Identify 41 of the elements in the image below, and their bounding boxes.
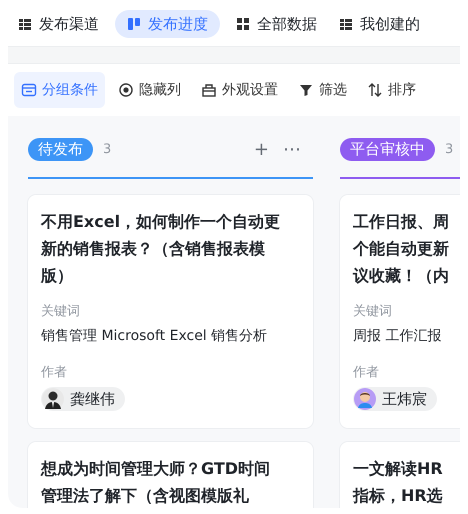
status-tag: 待发布 [28,138,93,160]
field-label: 作者 [353,364,380,381]
card-count: 3 [103,142,112,156]
filter-icon [298,82,314,98]
view-tab[interactable]: 我创建的 [333,10,426,38]
record-card[interactable]: 不用Excel，如何制作一个自动更 新的销售报表？（含销售报表模 版） 关键词 销售管理 Microsoft Excel 销售分析 作者 龚继伟 [28,195,313,428]
add-button[interactable]: + [254,138,269,160]
card-title: 不用Excel，如何制作一个自动更 新的销售报表？（含销售报表模 版） [41,211,282,287]
field-value: 销售管理 Microsoft Excel 销售分析 [41,327,268,345]
field-value: 周报 工作汇报 [353,327,442,345]
view-tab[interactable]: 发布进度 [115,10,220,38]
record-card[interactable]: 工作日报、周 个能自动更新 议收藏！（内 关键词 周报 工作汇报 作者 王炜宸 [340,195,460,428]
field-label: 作者 [41,364,68,381]
toolbar-button[interactable]: 分组条件 [14,72,105,108]
card-count: 3 [445,142,454,156]
view-tab[interactable]: 发布渠道 [12,10,105,38]
field-label: 关键词 [353,303,393,320]
record-card[interactable]: 一文解读HR 指标，HR选 [340,442,460,508]
grid-icon [18,17,32,31]
toolbar-button[interactable]: 外观设置 [194,72,285,108]
grid-icon [236,17,250,31]
card-title: 工作日报、周 个能自动更新 议收藏！（内 [353,211,450,287]
calendar-icon [21,82,37,98]
person-name: 龚继伟 [70,390,115,408]
card-title: 想成为时间管理大师？GTD时间 管理法了解下（含视图模版礼 [41,458,272,507]
grid-icon [339,17,353,31]
view-tab[interactable]: 全部数据 [230,10,323,38]
sort-icon [367,82,383,98]
person-name: 王炜宸 [382,390,427,408]
toolbar-button[interactable]: 排序 [360,72,423,108]
field-label: 关键词 [41,303,81,320]
more-button[interactable]: ⋯ [283,138,301,160]
toolbar-button[interactable]: 隐藏列 [111,72,188,108]
record-card[interactable]: 想成为时间管理大师？GTD时间 管理法了解下（含视图模版礼 [28,442,313,508]
kanban-icon [127,17,141,31]
avatar-icon [354,388,376,410]
status-tag: 平台审核中 [340,138,435,160]
eye-icon [118,82,134,98]
card-title: 一文解读HR 指标，HR选 [353,458,444,507]
toolbar-button[interactable]: 筛选 [291,72,354,108]
avatar-icon [42,388,64,410]
